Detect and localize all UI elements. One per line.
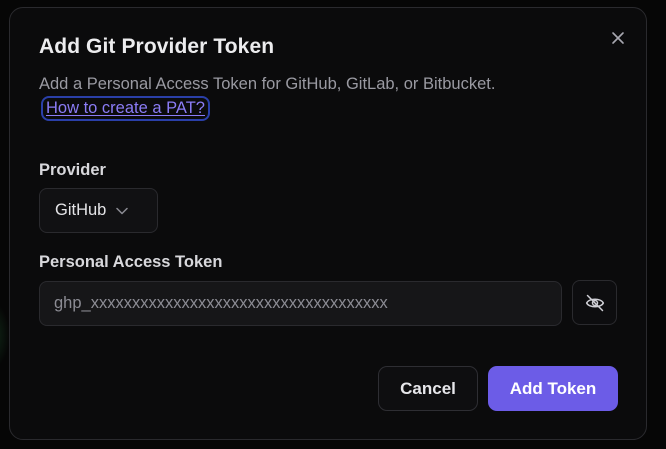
dialog-description: Add a Personal Access Token for GitHub, … [39, 75, 496, 93]
close-icon [612, 32, 624, 44]
how-to-create-pat-link[interactable]: How to create a PAT? [41, 96, 210, 121]
provider-select[interactable]: GitHub [39, 188, 158, 233]
token-input[interactable] [39, 281, 562, 326]
dialog-title: Add Git Provider Token [39, 35, 275, 58]
eye-off-icon [585, 294, 604, 311]
chevron-down-icon [116, 207, 129, 215]
cancel-button[interactable]: Cancel [378, 366, 478, 411]
provider-label: Provider [39, 161, 106, 179]
add-token-button[interactable]: Add Token [488, 366, 618, 411]
token-label: Personal Access Token [39, 253, 223, 271]
add-token-dialog: Add Git Provider Token Add a Personal Ac… [9, 7, 647, 440]
toggle-visibility-button[interactable] [572, 280, 617, 325]
close-button[interactable] [608, 28, 628, 48]
provider-selected-value: GitHub [55, 201, 107, 219]
